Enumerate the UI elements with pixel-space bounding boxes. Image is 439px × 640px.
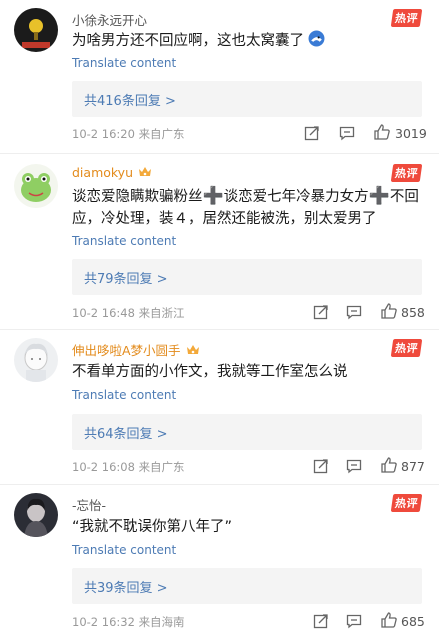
like-icon[interactable] (380, 456, 398, 474)
hot-comment-badge: 热评 (390, 494, 423, 512)
username[interactable]: 伸出哆啦A梦小圆手 (72, 340, 202, 359)
comment-text-part: 谈恋爱隐瞒欺骗粉丝 (72, 189, 203, 205)
like-count: 685 (401, 614, 425, 629)
comment-item: -忘怡- 热评 “我就不耽误你第八年了” Translate content 共… (0, 485, 439, 640)
comment-icon[interactable] (346, 458, 362, 474)
plus-emoji-icon: ➕ (202, 186, 224, 206)
replies-link[interactable]: 共416条回复 > (84, 90, 176, 109)
like-count: 3019 (395, 126, 427, 141)
replies-link[interactable]: 共79条回复 > (84, 268, 168, 287)
avatar-image (14, 8, 58, 52)
comment-text: 不看单方面的小作文，我就等工作室怎么说 (72, 364, 348, 380)
comment-meta: 10-2 16:32 来自海南 (72, 614, 185, 630)
replies-box[interactable]: 共64条回复 > (72, 414, 422, 450)
comment-location: 来自海南 (138, 615, 185, 629)
comment-location: 来自浙江 (138, 306, 185, 320)
comment-location: 来自广东 (138, 127, 185, 141)
divider (0, 153, 439, 154)
shark-emoji-icon (308, 30, 325, 47)
comment-meta: 10-2 16:20 来自广东 (72, 126, 185, 142)
replies-box[interactable]: 共79条回复 > (72, 259, 422, 295)
share-icon[interactable] (313, 304, 329, 320)
comment-text-content: 为啥男方还不回应啊，这也太窝囊了 (72, 33, 304, 49)
username[interactable]: -忘怡- (72, 495, 106, 514)
like-icon[interactable] (380, 302, 398, 320)
like-count: 858 (401, 305, 425, 320)
translate-link[interactable]: Translate content (72, 388, 176, 402)
comment-icon[interactable] (346, 613, 362, 629)
comment-item: 伸出哆啦A梦小圆手 热评 不看单方面的小作文，我就等工作室怎么说 Transla… (0, 330, 439, 485)
replies-link[interactable]: 共64条回复 > (84, 423, 168, 442)
comment-date: 10-2 16:32 (72, 615, 135, 629)
share-icon[interactable] (304, 125, 320, 141)
hot-comment-badge: 热评 (390, 164, 423, 182)
comment-icon[interactable] (339, 125, 355, 141)
avatar-image (14, 493, 58, 537)
avatar[interactable] (14, 164, 58, 208)
like-count: 877 (401, 459, 425, 474)
comment-date: 10-2 16:08 (72, 460, 135, 474)
comment-text: “我就不耽误你第八年了” (72, 519, 233, 535)
like-icon[interactable] (373, 123, 391, 141)
username-text: 伸出哆啦A梦小圆手 (72, 343, 181, 358)
translate-link[interactable]: Translate content (72, 234, 176, 248)
hot-comment-badge: 热评 (390, 9, 423, 27)
comment-text: 谈恋爱隐瞒欺骗粉丝➕谈恋爱七年冷暴力女方➕不回应，冷处理，装４，居然还能被洗，别… (72, 185, 422, 230)
avatar[interactable] (14, 493, 58, 537)
plus-emoji-icon: ➕ (368, 186, 390, 206)
comment-location: 来自广东 (138, 460, 185, 474)
comment-icon[interactable] (346, 304, 362, 320)
comment-date: 10-2 16:48 (72, 306, 135, 320)
replies-box[interactable]: 共39条回复 > (72, 568, 422, 604)
replies-link[interactable]: 共39条回复 > (84, 577, 168, 596)
member-crown-icon (186, 345, 199, 354)
comment-text-part: 谈恋爱七年冷暴力女方 (223, 189, 369, 205)
share-icon[interactable] (313, 613, 329, 629)
member-crown-icon (139, 167, 152, 176)
translate-link[interactable]: Translate content (72, 543, 176, 557)
replies-box[interactable]: 共416条回复 > (72, 81, 422, 117)
comment-date: 10-2 16:20 (72, 127, 135, 141)
avatar[interactable] (14, 338, 58, 382)
avatar[interactable] (14, 8, 58, 52)
comment-meta: 10-2 16:48 来自浙江 (72, 305, 185, 321)
avatar-image (14, 164, 58, 208)
comment-text: 为啥男方还不回应啊，这也太窝囊了 (72, 30, 422, 52)
username[interactable]: diamokyu (72, 165, 154, 180)
comment-meta: 10-2 16:08 来自广东 (72, 459, 185, 475)
username[interactable]: 小徐永远开心 (72, 10, 147, 29)
comment-item: diamokyu 热评 谈恋爱隐瞒欺骗粉丝➕谈恋爱七年冷暴力女方➕不回应，冷处理… (0, 155, 439, 330)
avatar-image (14, 338, 58, 382)
translate-link[interactable]: Translate content (72, 56, 176, 70)
username-text: diamokyu (72, 165, 134, 180)
share-icon[interactable] (313, 458, 329, 474)
like-icon[interactable] (380, 611, 398, 629)
comment-item: 小徐永远开心 热评 为啥男方还不回应啊，这也太窝囊了 Translate con… (0, 0, 439, 155)
hot-comment-badge: 热评 (390, 339, 423, 357)
